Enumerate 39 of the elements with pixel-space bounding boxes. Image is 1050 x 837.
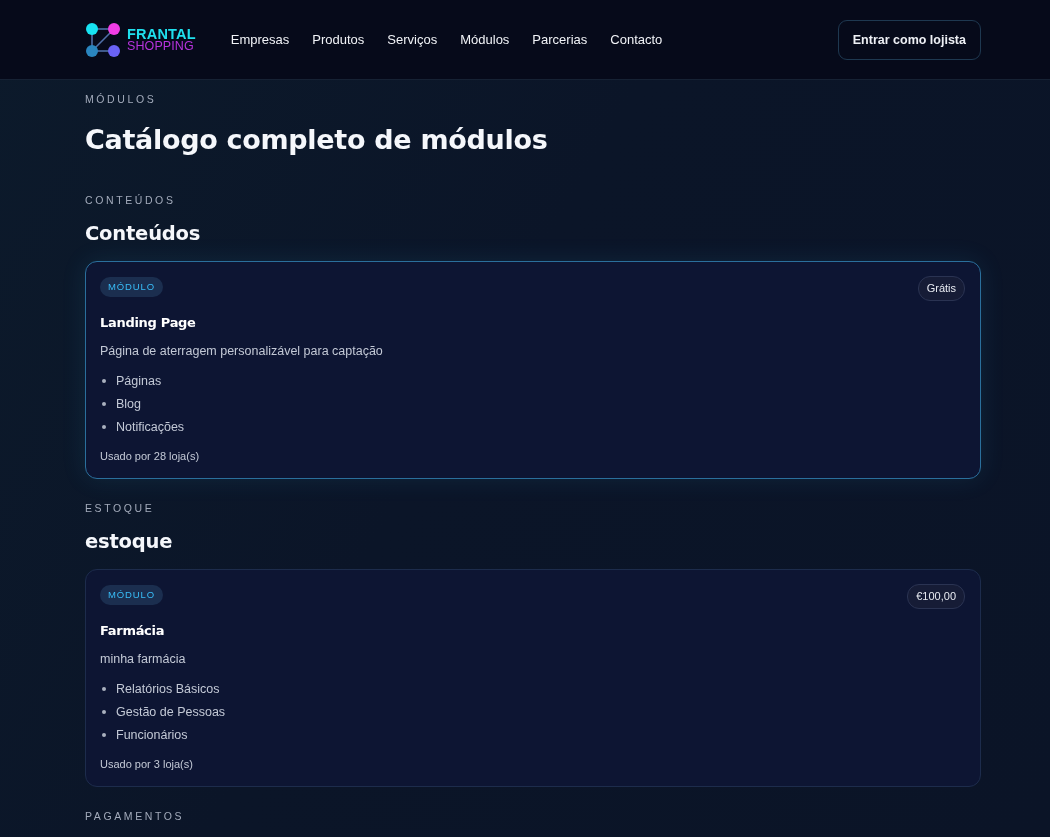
bullet-icon <box>102 733 106 737</box>
usage-count: Usado por 28 loja(s) <box>100 449 200 463</box>
nav-link[interactable]: Serviços <box>387 32 438 47</box>
nav-link[interactable]: Parcerias <box>532 32 588 47</box>
logo-text: SHOPPING <box>127 39 194 52</box>
bullet-icon <box>102 710 106 714</box>
module-name: Landing Page <box>100 314 196 332</box>
page-title: Catálogo completo de módulos <box>85 123 548 157</box>
module-name: Farmácia <box>100 622 165 640</box>
nav-link[interactable]: Empresas <box>230 32 290 47</box>
bullet-icon <box>102 687 106 691</box>
bullet-icon <box>102 425 106 429</box>
bullet-icon <box>102 402 106 406</box>
feature-item: Notificações <box>116 419 185 436</box>
feature-item: Páginas <box>116 373 162 390</box>
section-title: estoque <box>85 529 173 555</box>
section-eyebrow: ESTOQUE <box>85 501 155 515</box>
feature-item: Relatórios Básicos <box>116 681 220 698</box>
module-badge: MÓDULO <box>100 277 164 297</box>
module-description: Página de aterragem personalizável para captação <box>100 343 383 360</box>
bullet-icon <box>102 379 106 383</box>
login-button[interactable]: Entrar como lojista <box>837 19 981 60</box>
section-eyebrow: PAGAMENTOS <box>85 809 185 823</box>
module-description: minha farmácia <box>100 651 186 668</box>
feature-item: Blog <box>116 396 142 413</box>
nav-link[interactable]: Produtos <box>312 32 365 47</box>
logo-icon[interactable] <box>86 22 120 57</box>
section-eyebrow: CONTEÚDOS <box>85 193 176 207</box>
logo-text: FRANTAL <box>127 27 196 40</box>
price-tag: Grátis <box>917 276 965 301</box>
nav-link[interactable]: Contacto <box>610 32 663 47</box>
price-tag: €100,00 <box>907 584 965 609</box>
section-eyebrow: MÓDULOS <box>85 92 157 106</box>
nav-link[interactable]: Módulos <box>460 32 510 47</box>
usage-count: Usado por 3 loja(s) <box>100 757 193 771</box>
feature-item: Gestão de Pessoas <box>116 704 226 721</box>
section-title: Conteúdos <box>85 221 201 247</box>
feature-item: Funcionários <box>116 727 188 744</box>
module-badge: MÓDULO <box>100 585 164 605</box>
